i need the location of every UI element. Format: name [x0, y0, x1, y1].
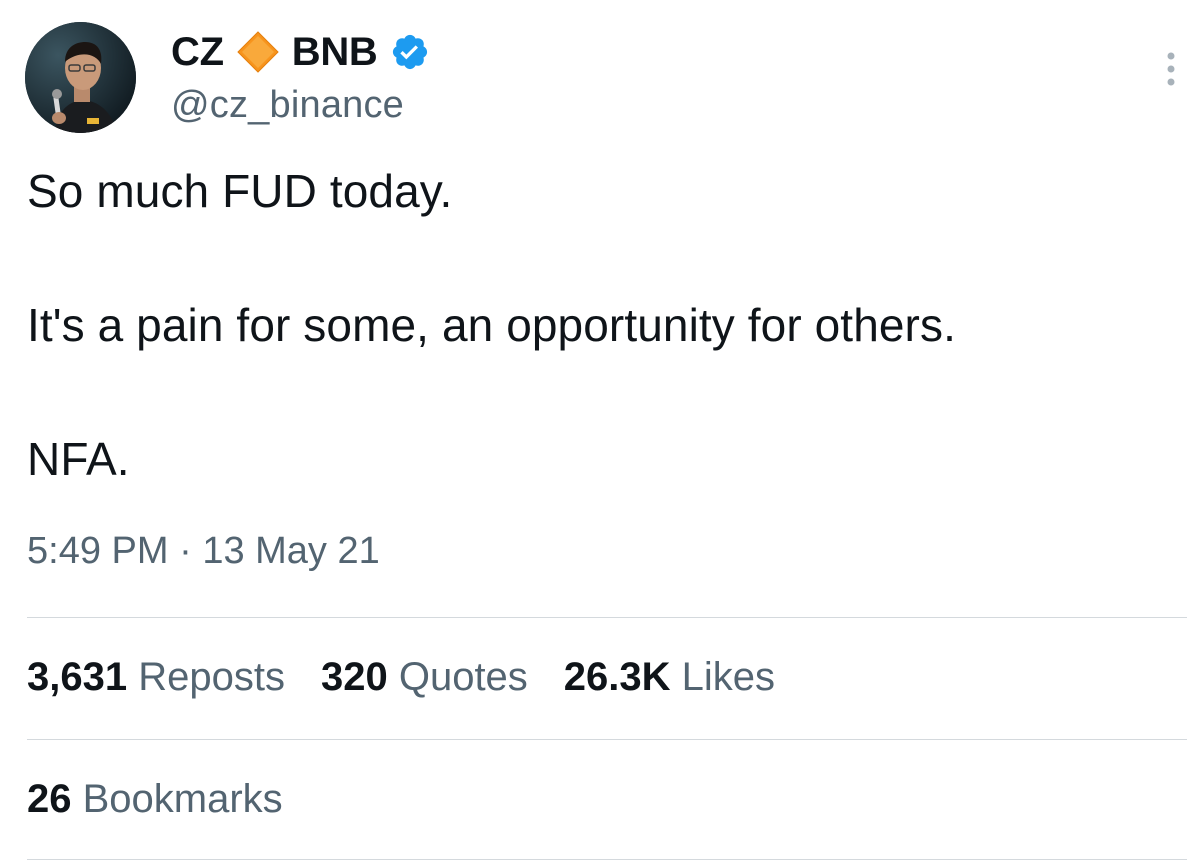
divider [27, 739, 1187, 740]
tweet-line: NFA. [27, 433, 130, 485]
bookmarks-label: Bookmarks [71, 777, 283, 821]
orange-diamond-icon [236, 30, 280, 74]
reposts-stat[interactable]: 3,631 Reposts [27, 655, 285, 700]
tweet-text: So much FUD today. It's a pain for some,… [27, 160, 1177, 490]
avatar[interactable] [25, 22, 136, 133]
more-vertical-icon[interactable] [1163, 50, 1179, 90]
quotes-stat[interactable]: 320 Quotes [321, 655, 528, 700]
tweet-date-link[interactable]: 13 May 21 [202, 530, 379, 572]
tweet-line: It's a pain for some, an opportunity for… [27, 299, 956, 351]
quotes-label: Quotes [387, 655, 528, 699]
engagement-stats: 3,631 Reposts 320 Quotes 26.3K Likes [27, 655, 811, 700]
quotes-count: 320 [320, 655, 388, 699]
likes-label: Likes [670, 655, 776, 699]
display-name-first: CZ [171, 29, 224, 74]
reposts-label: Reposts [127, 655, 285, 699]
verified-badge-icon [390, 32, 430, 72]
meta-separator: · [168, 530, 203, 572]
author-handle[interactable]: @cz_binance [171, 84, 430, 127]
tweet-line: So much FUD today. [27, 165, 453, 217]
likes-stat[interactable]: 26.3K Likes [564, 655, 775, 700]
bookmarks-count: 26 [27, 777, 72, 821]
avatar-image [25, 22, 136, 133]
display-name-link[interactable]: CZ BNB [171, 24, 430, 80]
author-names: CZ BNB @cz_binance [171, 24, 430, 127]
likes-count: 26.3K [563, 655, 671, 699]
tweet-header: CZ BNB @cz_binance [25, 22, 1195, 142]
tweet-time-link[interactable]: 5:49 PM [27, 530, 169, 572]
divider [27, 617, 1187, 618]
reposts-count: 3,631 [27, 655, 128, 699]
bookmarks-stat[interactable]: 26 Bookmarks [27, 777, 283, 822]
divider [27, 859, 1187, 860]
display-name-second: BNB [291, 29, 378, 74]
tweet-timestamp: 5:49 PM · 13 May 21 [27, 530, 380, 573]
tweet-detail: CZ BNB @cz_binance So much FUD today. It… [0, 0, 1200, 867]
